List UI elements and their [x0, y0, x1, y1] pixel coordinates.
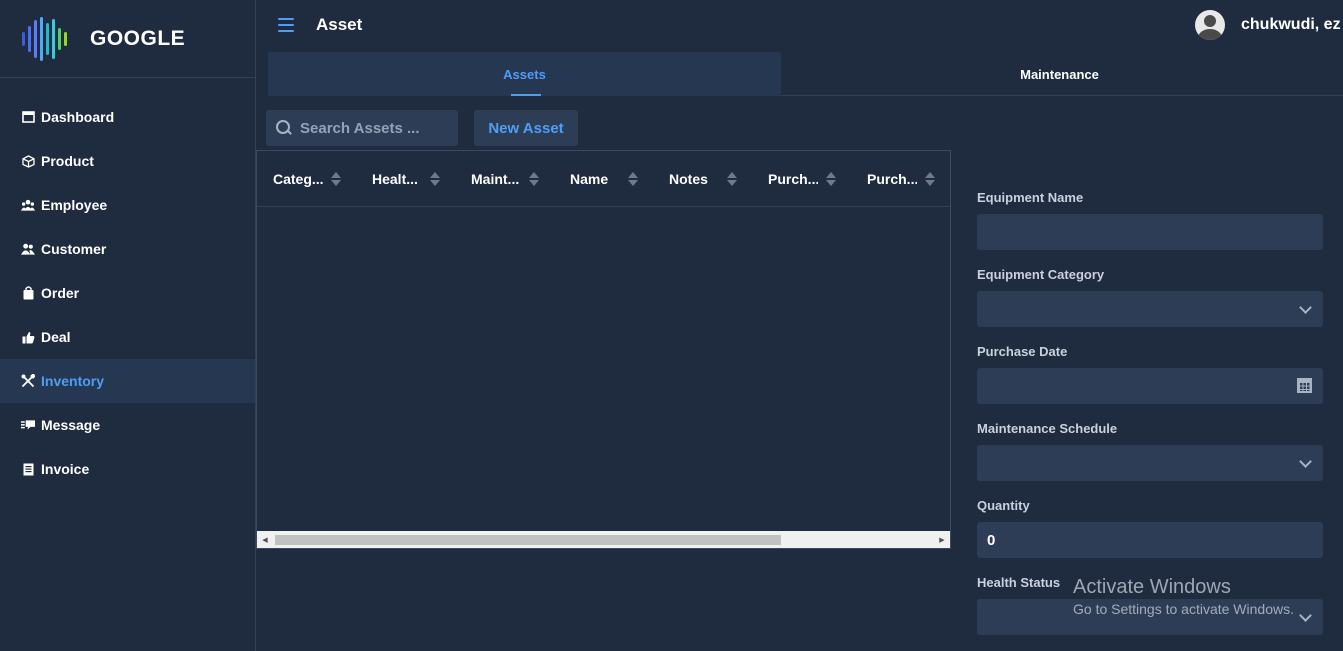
- shopping-bag-icon: [21, 286, 35, 300]
- sidebar-item-deal[interactable]: Deal: [0, 315, 255, 359]
- file-icon: [21, 462, 35, 476]
- user-menu[interactable]: chukwudi, ez: [1195, 10, 1341, 40]
- sidebar-item-employee[interactable]: Employee: [0, 183, 255, 227]
- scroll-thumb[interactable]: [275, 535, 781, 545]
- sidebar-item-message[interactable]: Message: [0, 403, 255, 447]
- sidebar-item-label: Customer: [41, 241, 107, 257]
- field-equipment-category: Equipment Category: [977, 267, 1323, 327]
- sidebar-item-label: Message: [41, 417, 101, 433]
- new-asset-button[interactable]: New Asset: [474, 110, 578, 146]
- brand-name: GOOGLE: [90, 26, 186, 50]
- field-maintenance-schedule: Maintenance Schedule: [977, 421, 1323, 481]
- search-icon: [276, 120, 292, 136]
- tab-assets[interactable]: Assets: [268, 52, 781, 96]
- search-box[interactable]: [266, 110, 458, 146]
- sort-icon[interactable]: [529, 171, 539, 186]
- sort-icon[interactable]: [826, 171, 836, 186]
- sidebar-item-invoice[interactable]: Invoice: [0, 447, 255, 491]
- field-equipment-name: Equipment Name: [977, 190, 1323, 250]
- sort-icon[interactable]: [331, 171, 341, 186]
- sidebar-item-label: Employee: [41, 197, 108, 213]
- sidebar-item-dashboard[interactable]: Dashboard: [0, 95, 255, 139]
- tab-bar: Assets Maintenance: [268, 52, 1343, 96]
- grid-header: Categ... Healt... Maint... Name Notes Pu…: [257, 151, 950, 207]
- search-input[interactable]: [300, 119, 450, 137]
- chevron-down-icon[interactable]: [1299, 609, 1312, 622]
- column-header-notes[interactable]: Notes: [653, 171, 752, 187]
- scroll-left-icon[interactable]: ◀: [257, 531, 273, 548]
- quantity-input[interactable]: 0: [977, 522, 1323, 558]
- horizontal-scrollbar[interactable]: ◀ ▶: [257, 531, 950, 548]
- sidebar-item-label: Dashboard: [41, 109, 115, 125]
- field-purchase-date: Purchase Date: [977, 344, 1323, 404]
- sidebar: GOOGLE Dashboard Product Employee Custom…: [0, 0, 256, 651]
- column-header-name[interactable]: Name: [554, 171, 653, 187]
- column-label: Purch...: [867, 170, 917, 187]
- sort-icon[interactable]: [925, 171, 935, 186]
- brand-logo-icon: [22, 16, 78, 62]
- user-name: chukwudi, ez: [1241, 16, 1341, 33]
- sort-icon[interactable]: [628, 171, 638, 186]
- sidebar-item-label: Invoice: [41, 461, 90, 477]
- column-label: Categ...: [273, 170, 323, 187]
- tools-icon: [21, 374, 35, 388]
- field-quantity: Quantity 0: [977, 498, 1323, 558]
- topbar: Asset chukwudi, ez: [256, 0, 1343, 50]
- sidebar-item-inventory[interactable]: Inventory: [0, 359, 255, 403]
- users-icon: [21, 198, 35, 212]
- chevron-down-icon[interactable]: [1299, 455, 1312, 468]
- assets-grid: Categ... Healt... Maint... Name Notes Pu…: [256, 150, 951, 549]
- health-status-select[interactable]: [977, 599, 1323, 635]
- field-label: Equipment Name: [977, 190, 1084, 205]
- sort-icon[interactable]: [727, 171, 737, 186]
- menu-icon[interactable]: [278, 18, 294, 32]
- sidebar-item-customer[interactable]: Customer: [0, 227, 255, 271]
- scroll-right-icon[interactable]: ▶: [934, 531, 950, 548]
- thumbs-up-icon: [21, 330, 35, 344]
- column-header-purchase-2[interactable]: Purch...: [851, 171, 950, 187]
- scroll-track[interactable]: [273, 531, 934, 548]
- field-label: Health Status: [977, 575, 1061, 590]
- column-header-maintenance[interactable]: Maint...: [455, 171, 554, 187]
- calendar-icon[interactable]: [1297, 378, 1312, 393]
- customers-icon: [21, 242, 35, 256]
- cube-icon: [21, 154, 35, 168]
- column-label: Notes: [669, 170, 708, 187]
- field-label: Purchase Date: [977, 344, 1068, 359]
- column-label: Healt...: [372, 170, 418, 187]
- column-label: Purch...: [768, 170, 818, 187]
- column-label: Maint...: [471, 170, 520, 187]
- avatar[interactable]: [1195, 10, 1225, 40]
- comments-icon: [21, 418, 35, 432]
- purchase-date-input[interactable]: [977, 368, 1323, 404]
- sidebar-item-product[interactable]: Product: [0, 139, 255, 183]
- maintenance-schedule-select[interactable]: [977, 445, 1323, 481]
- field-label: Maintenance Schedule: [977, 421, 1118, 436]
- field-health-status: Health Status: [977, 575, 1323, 635]
- sidebar-nav: Dashboard Product Employee Customer Orde…: [0, 95, 255, 491]
- sidebar-item-label: Order: [41, 285, 80, 301]
- column-label: Name: [570, 170, 609, 187]
- equipment-category-select[interactable]: [977, 291, 1323, 327]
- asset-form: Equipment Name Equipment Category Purcha…: [977, 190, 1323, 635]
- column-header-category[interactable]: Categ...: [257, 171, 356, 187]
- field-label: Equipment Category: [977, 267, 1105, 282]
- sort-icon[interactable]: [430, 171, 440, 186]
- sidebar-item-label: Product: [41, 153, 94, 169]
- field-label: Quantity: [977, 498, 1030, 513]
- window-icon: [21, 110, 35, 124]
- brand[interactable]: GOOGLE: [0, 0, 255, 78]
- sidebar-item-label: Inventory: [41, 373, 105, 389]
- chevron-down-icon[interactable]: [1299, 301, 1312, 314]
- sidebar-item-label: Deal: [41, 329, 71, 345]
- tab-maintenance[interactable]: Maintenance: [781, 52, 1338, 96]
- column-header-health[interactable]: Healt...: [356, 171, 455, 187]
- column-header-purchase-1[interactable]: Purch...: [752, 171, 851, 187]
- page-title: Asset: [316, 15, 363, 34]
- sidebar-item-order[interactable]: Order: [0, 271, 255, 315]
- equipment-name-input[interactable]: [977, 214, 1323, 250]
